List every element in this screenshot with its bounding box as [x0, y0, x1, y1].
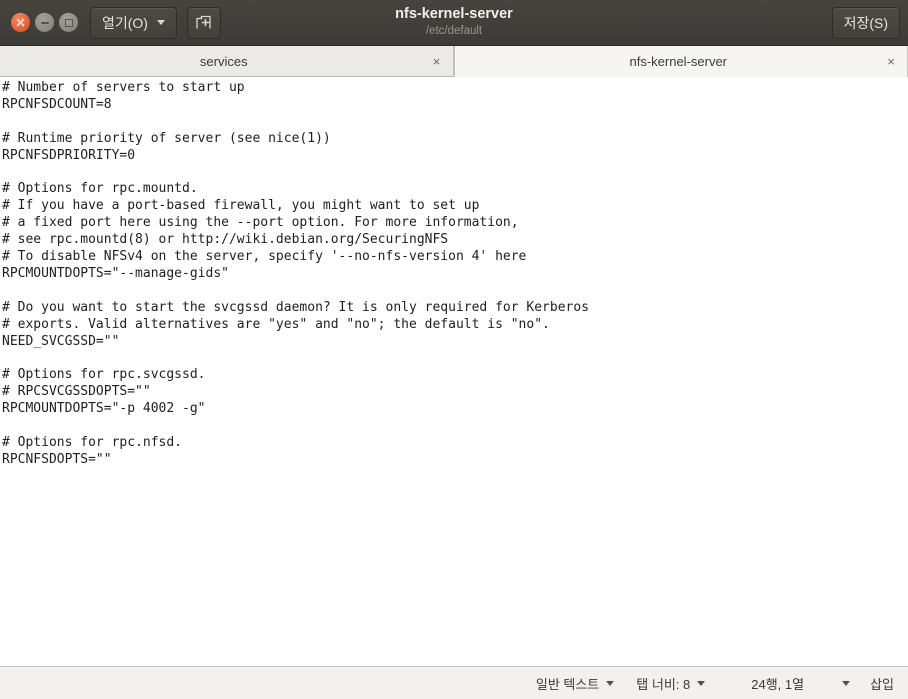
editor-content[interactable]: # Number of servers to start up RPCNFSDC…	[0, 77, 908, 469]
cursor-position-label: 24행, 1열	[751, 676, 805, 692]
maximize-icon	[64, 18, 73, 27]
save-button-label: 저장(S)	[843, 15, 888, 31]
tab-services[interactable]: services ×	[0, 46, 454, 77]
insert-mode-label: 삽입	[870, 676, 894, 692]
language-selector[interactable]: 일반 텍스트	[535, 674, 615, 693]
open-button-label: 열기(O)	[102, 14, 148, 31]
close-icon	[16, 18, 25, 27]
titlebar: 열기(O) nfs-kernel-server /etc/default 저장(…	[0, 0, 908, 46]
minimize-icon	[40, 21, 49, 24]
status-bar: 일반 텍스트 탭 너비: 8 24행, 1열 삽입	[0, 666, 908, 699]
new-tab-button[interactable]	[186, 6, 221, 39]
close-window-button[interactable]	[11, 13, 30, 32]
tab-label: nfs-kernel-server	[629, 54, 728, 69]
maximize-window-button[interactable]	[59, 13, 78, 32]
overwrite-mode-selector[interactable]	[842, 680, 851, 686]
minimize-window-button[interactable]	[35, 13, 54, 32]
chevron-down-icon	[842, 680, 851, 686]
open-button[interactable]: 열기(O)	[90, 6, 177, 39]
gedit-window: 열기(O) nfs-kernel-server /etc/default 저장(…	[0, 0, 908, 699]
tab-bar: services × nfs-kernel-server ×	[0, 46, 908, 77]
tab-close-icon[interactable]: ×	[880, 51, 902, 73]
text-editor-area[interactable]: # Number of servers to start up RPCNFSDC…	[0, 77, 908, 666]
cursor-position: 24행, 1열	[751, 674, 804, 693]
save-button[interactable]: 저장(S)	[831, 7, 900, 39]
language-label: 일반 텍스트	[535, 676, 600, 692]
chevron-down-icon	[697, 680, 706, 686]
chevron-down-icon	[606, 680, 615, 686]
window-controls	[11, 13, 78, 32]
tab-close-icon[interactable]: ×	[426, 50, 448, 72]
tab-label: services	[199, 53, 248, 69]
chevron-down-icon	[156, 20, 165, 25]
tab-width-label: 탭 너비: 8	[636, 676, 691, 692]
insert-mode-indicator: 삽입	[870, 674, 894, 693]
new-tab-icon	[196, 15, 212, 29]
tab-nfs-kernel-server[interactable]: nfs-kernel-server ×	[453, 46, 908, 77]
tab-width-selector[interactable]: 탭 너비: 8	[636, 674, 706, 693]
